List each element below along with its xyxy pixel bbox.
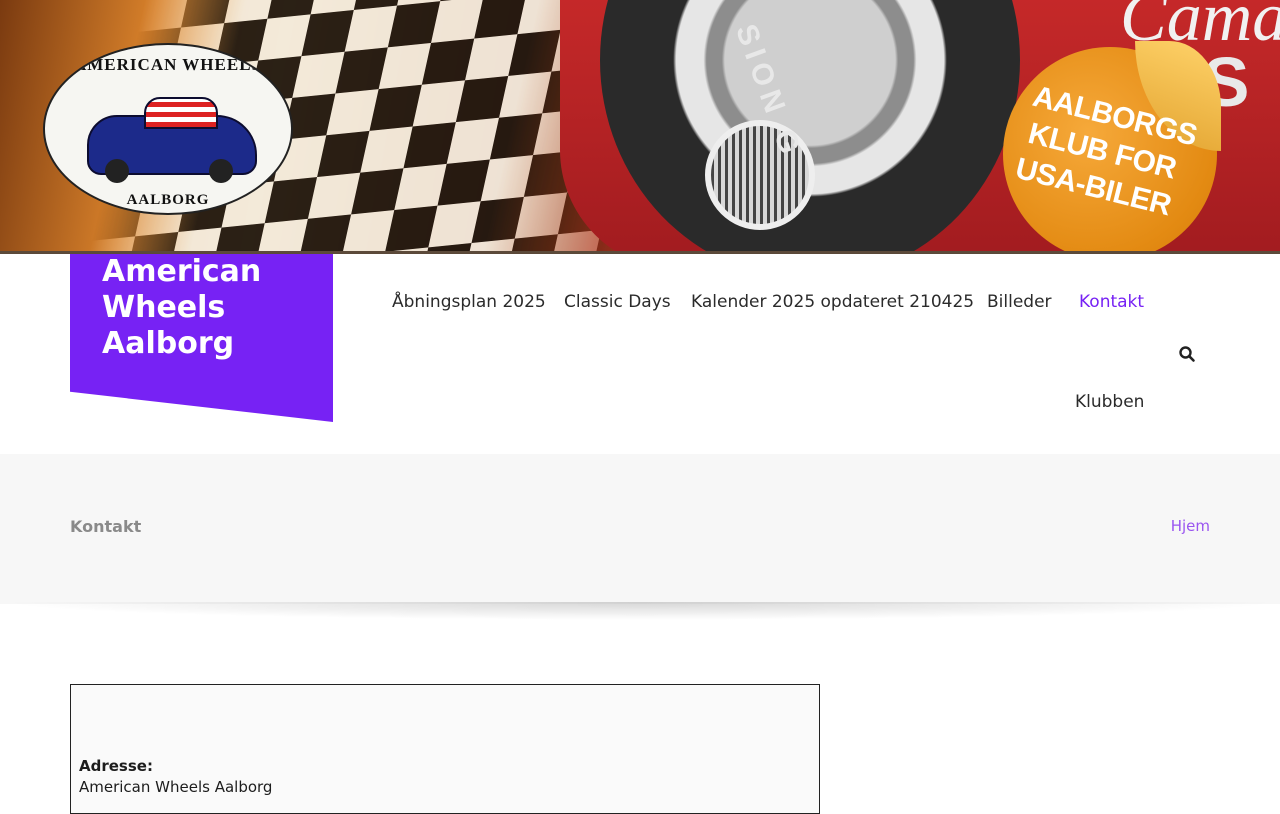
tire-graphic	[600, 0, 1020, 254]
club-logo[interactable]: AMERICAN WHEELS AALBORG	[43, 43, 293, 215]
page-title: Kontakt	[70, 517, 142, 536]
breadcrumb-home-link[interactable]: Hjem	[1171, 517, 1210, 535]
header-banner: SION G Cama SS AALBORGS KLUB FOR USA-BIL…	[0, 0, 1280, 254]
nav-item-classic-days[interactable]: Classic Days	[564, 292, 671, 312]
logo-car-icon	[87, 97, 257, 183]
page-title-bar	[0, 454, 1280, 604]
address-label: Adresse:	[79, 757, 153, 775]
nav-item-kalender[interactable]: Kalender 2025 opdateret 210425	[691, 292, 974, 312]
nav-item-abningsplan[interactable]: Åbningsplan 2025	[392, 292, 546, 312]
logo-top-text: AMERICAN WHEELS	[73, 55, 263, 74]
site-title[interactable]: American Wheels Aalborg	[102, 254, 312, 362]
nav-item-klubben[interactable]: Klubben	[1075, 392, 1144, 412]
search-icon[interactable]	[1178, 345, 1196, 363]
nav-item-billeder[interactable]: Billeder	[987, 292, 1052, 312]
nav-item-kontakt[interactable]: Kontakt	[1079, 292, 1144, 312]
logo-bottom-text: AALBORG	[126, 192, 210, 208]
address-line: American Wheels Aalborg	[79, 778, 273, 796]
title-bar-shadow	[0, 602, 1280, 620]
